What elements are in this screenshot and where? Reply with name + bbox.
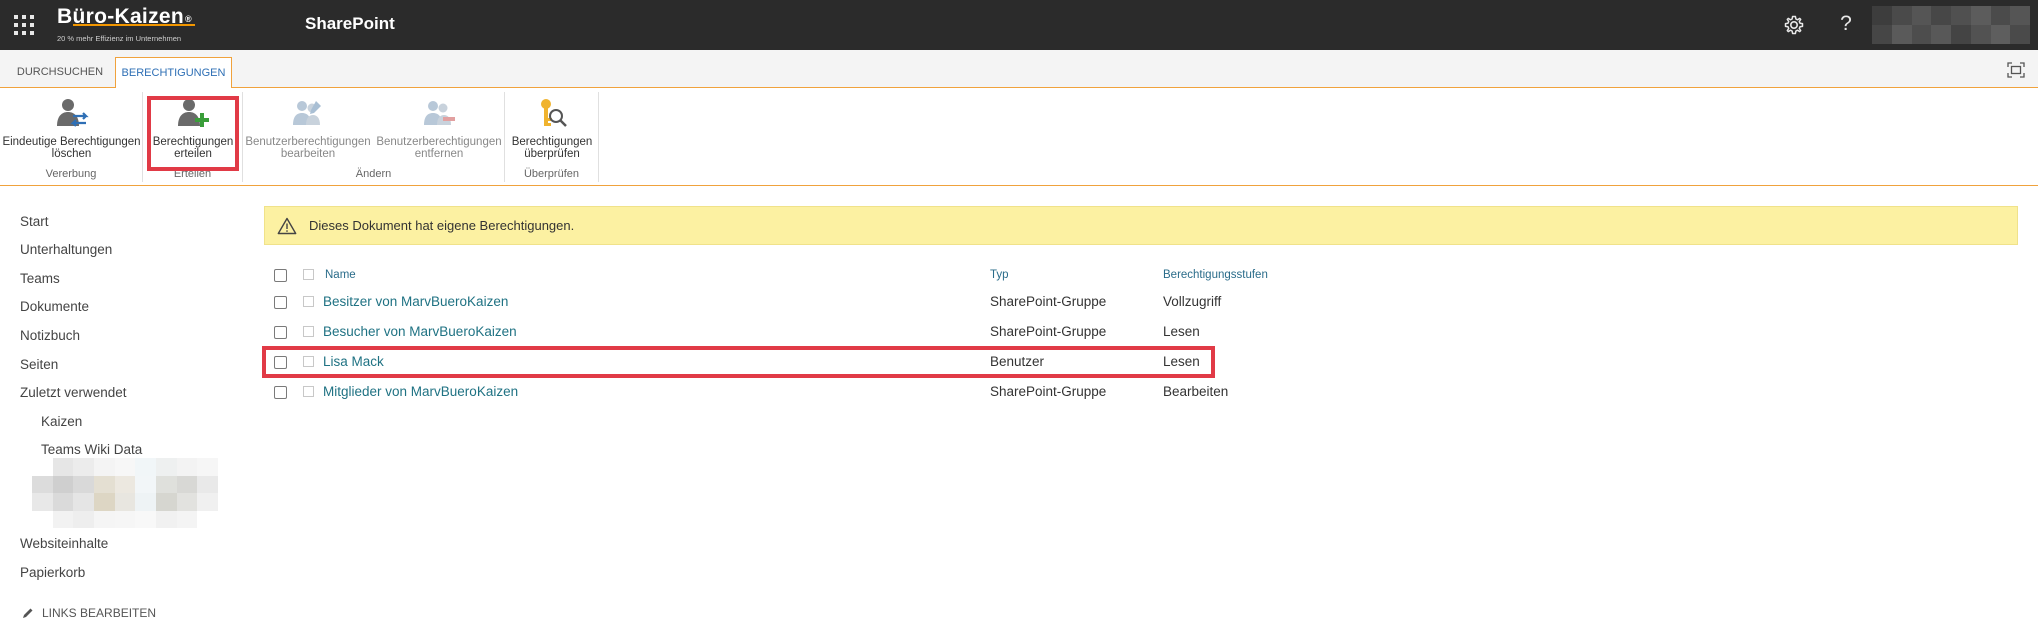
user-profile-avatar[interactable] [1872, 6, 2030, 44]
nav-subitem-teams-wiki-data[interactable]: Teams Wiki Data [41, 442, 142, 457]
pencil-icon [23, 608, 33, 618]
nav-item-teams[interactable]: Teams [20, 271, 60, 286]
ribbon-group-ueberpruefen: Berechtigungen überprüfen Überprüfen [505, 92, 599, 182]
table-row-type: SharePoint-Gruppe [990, 294, 1107, 309]
grant-permissions-highlight [147, 96, 239, 171]
redacted-nav-items [32, 458, 218, 528]
help-icon[interactable]: ? [1836, 11, 1856, 37]
selected-row-highlight [262, 346, 1215, 378]
column-header-name[interactable]: Name [325, 269, 356, 281]
brand-slogan: 20 % mehr Effizienz im Unternehmen [57, 34, 182, 43]
app-launcher-icon[interactable] [14, 15, 34, 35]
edit-links-label: LINKS BEARBEITEN [42, 606, 157, 620]
nav-item-papierkorb[interactable]: Papierkorb [20, 565, 85, 580]
table-row-level: Bearbeiten [1163, 384, 1229, 399]
tab-berechtigungen[interactable]: BERECHTIGUNGEN [115, 57, 232, 89]
check-permissions-icon [541, 99, 567, 127]
brand-registered-mark: ® [184, 14, 192, 24]
nav-item-dokumente[interactable]: Dokumente [20, 299, 89, 314]
ribbon-group-vererbung: Eindeutige Berechtigungen löschen Vererb… [0, 92, 143, 182]
edit-user-permissions-line1: Benutzerberechtigungen [245, 136, 371, 148]
table-row-level: Lesen [1163, 324, 1200, 339]
delete-unique-permissions-line1: Eindeutige Berechtigungen [2, 136, 141, 148]
ribbon-group-label: Überprüfen [523, 168, 580, 180]
warning-text: Dieses Dokument hat eigene Berechtigunge… [309, 218, 575, 233]
settings-gear-icon[interactable] [1782, 13, 1806, 37]
edit-links-button[interactable]: LINKS BEARBEITEN [22, 606, 156, 620]
row-checkbox[interactable] [274, 386, 287, 399]
ribbon-group-label: Ändern [355, 168, 392, 180]
app-title[interactable]: SharePoint [305, 14, 395, 34]
remove-user-permissions-line2: entfernen [414, 148, 464, 160]
row-checkbox[interactable] [274, 326, 287, 339]
ribbon-group-label: Vererbung [45, 168, 97, 180]
select-all-checkbox[interactable] [274, 269, 287, 282]
row-checkbox[interactable] [274, 296, 287, 309]
select-all-row-toggle[interactable] [303, 269, 314, 280]
nav-item-zuletzt-verwendet: Zuletzt verwendet [20, 385, 127, 400]
ribbon: Eindeutige Berechtigungen löschen Vererb… [0, 88, 2038, 186]
column-header-typ[interactable]: Typ [990, 269, 1009, 281]
tab-durchsuchen[interactable]: DURCHSUCHEN [10, 57, 110, 88]
check-permissions-line2: überprüfen [524, 148, 580, 160]
suite-bar: Büro-Kaizen® 20 % mehr Effizienz im Unte… [0, 0, 2038, 50]
brand-underline [73, 24, 195, 26]
focus-mode-icon[interactable] [2007, 62, 2025, 78]
edit-user-permissions-icon [293, 101, 321, 125]
check-permissions-button[interactable]: Berechtigungen überprüfen [505, 96, 599, 164]
column-header-berechtigungsstufen[interactable]: Berechtigungsstufen [1163, 269, 1268, 281]
edit-user-permissions-button[interactable]: Benutzerberechtigungen bearbeiten [243, 96, 373, 164]
table-row-name[interactable]: Mitglieder von MarvBueroKaizen [323, 384, 518, 399]
delete-unique-permissions-button[interactable]: Eindeutige Berechtigungen löschen [0, 96, 143, 164]
nav-item-websiteinhalte[interactable]: Websiteinhalte [20, 536, 108, 551]
delete-unique-permissions-icon [56, 99, 89, 127]
nav-item-unterhaltungen[interactable]: Unterhaltungen [20, 242, 112, 257]
table-row-type: SharePoint-Gruppe [990, 384, 1107, 399]
remove-user-permissions-line1: Benutzerberechtigungen [376, 136, 502, 148]
permissions-warning-banner: Dieses Dokument hat eigene Berechtigunge… [264, 206, 2018, 245]
warning-icon [277, 217, 297, 234]
nav-item-seiten[interactable]: Seiten [20, 357, 58, 372]
row-select-toggle[interactable] [303, 296, 314, 307]
row-select-toggle[interactable] [303, 386, 314, 397]
nav-item-notizbuch[interactable]: Notizbuch [20, 328, 80, 343]
remove-user-permissions-icon [424, 101, 455, 125]
ribbon-tabs: DURCHSUCHEN BERECHTIGUNGEN [0, 50, 2038, 89]
table-row-name[interactable]: Besitzer von MarvBueroKaizen [323, 294, 508, 309]
table-row-level: Vollzugriff [1163, 294, 1222, 309]
ribbon-group-aendern: Benutzerberechtigungen bearbeiten Benutz… [243, 92, 505, 182]
edit-user-permissions-line2: bearbeiten [280, 148, 336, 160]
delete-unique-permissions-line2: löschen [51, 148, 92, 160]
check-permissions-line1: Berechtigungen [511, 136, 593, 148]
nav-subitem-kaizen[interactable]: Kaizen [41, 414, 82, 429]
table-row-type: SharePoint-Gruppe [990, 324, 1107, 339]
remove-user-permissions-button[interactable]: Benutzerberechtigungen entfernen [373, 96, 505, 164]
row-select-toggle[interactable] [303, 326, 314, 337]
nav-item-start[interactable]: Start [20, 214, 49, 229]
table-row-name[interactable]: Besucher von MarvBueroKaizen [323, 324, 517, 339]
